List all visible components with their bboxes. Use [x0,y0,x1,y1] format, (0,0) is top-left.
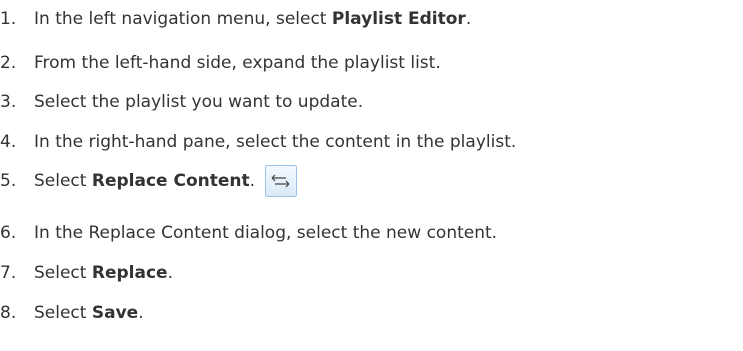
step-text-bold: Save [91,303,139,323]
step-number: 6. [0,223,17,243]
step-number: 4. [0,132,17,152]
step-text-pre: In the Replace Content dialog, select th… [34,223,498,243]
step-2: 2. From the left-hand side, expand the p… [0,50,441,76]
step-text: Select Save. [34,301,144,325]
step-text-post: . [167,263,173,283]
step-4: 4. In the right-hand pane, select the co… [0,129,516,155]
replace-arrows-icon [271,174,290,188]
step-8: 8. Select Save. [0,300,144,326]
step-6: 6. In the Replace Content dialog, select… [0,220,497,246]
step-number: 8. [0,303,17,323]
step-text-post: . [249,171,256,191]
step-text-bold: Playlist Editor [331,9,466,29]
step-text-pre: In the right-hand pane, select the conte… [34,132,517,152]
step-7: 7. Select Replace. [0,260,173,286]
step-text-pre: From the left-hand side, expand the play… [34,53,441,73]
step-text: Select the playlist you want to update. [34,90,363,114]
step-text-post: . [138,303,144,323]
step-3: 3. Select the playlist you want to updat… [0,89,363,115]
step-text-bold: Replace Content [91,171,250,191]
step-text: In the Replace Content dialog, select th… [34,221,497,245]
step-number: 3. [0,92,17,112]
step-5: 5. Select Replace Content. [0,165,298,197]
step-text-pre: Select [34,263,92,283]
step-text-post: . [465,9,472,29]
step-text-bold: Replace [91,263,168,283]
step-text-pre: Select the playlist you want to update. [34,92,364,112]
step-text: In the right-hand pane, select the conte… [34,130,516,154]
step-text: From the left-hand side, expand the play… [34,51,441,75]
step-text: Select Replace Content. [34,169,255,193]
step-text-pre: Select [34,303,92,323]
step-number: 5. [0,171,17,191]
step-number: 1. [0,9,17,29]
step-number: 2. [0,53,17,73]
step-text: Select Replace. [34,261,173,285]
step-text-pre: Select [34,171,92,191]
replace-content-icon [265,165,298,197]
step-text: In the left navigation menu, select Play… [34,7,471,31]
step-1: 1. In the left navigation menu, select P… [0,6,471,32]
step-number: 7. [0,263,17,283]
step-text-pre: In the left navigation menu, select [34,9,332,29]
